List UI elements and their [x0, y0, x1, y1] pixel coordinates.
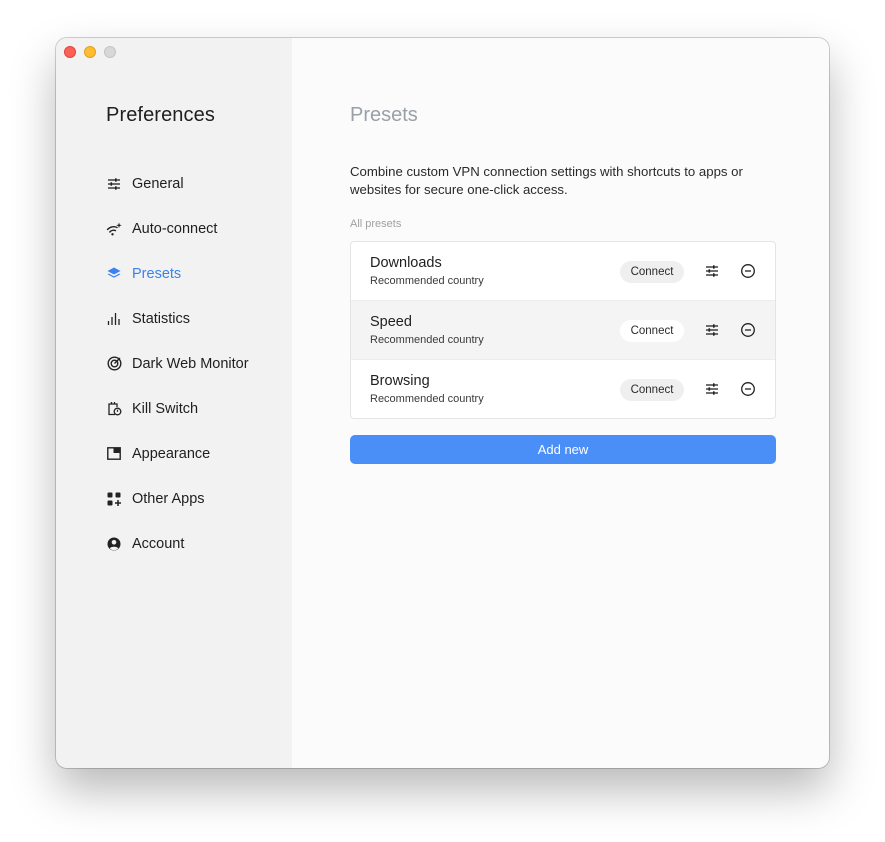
sidebar-item-account[interactable]: Account — [106, 521, 286, 566]
sidebar-item-label: Account — [132, 535, 185, 552]
sidebar-item-appearance[interactable]: Appearance — [106, 431, 286, 476]
sidebar-item-label: Kill Switch — [132, 400, 199, 417]
window-controls — [64, 46, 116, 58]
sidebar-item-label: Dark Web Monitor — [132, 355, 249, 372]
preset-text: Downloads Recommended country — [370, 254, 484, 287]
close-window-button[interactable] — [64, 46, 76, 58]
remove-icon[interactable] — [740, 381, 756, 397]
sidebar-item-kill-switch[interactable]: Kill Switch — [106, 386, 286, 431]
apps-grid-icon — [106, 491, 122, 507]
sliders-icon — [106, 176, 122, 192]
sidebar-item-label: Other Apps — [132, 490, 205, 507]
sliders-icon[interactable] — [704, 381, 720, 397]
preset-list: Downloads Recommended country Connect Sp… — [350, 241, 776, 419]
wifi-sparkle-icon — [106, 221, 122, 237]
sidebar-nav: General Auto-connect Presets Statistics … — [106, 161, 286, 566]
sidebar-title: Preferences — [106, 104, 215, 126]
section-label: All presets — [350, 218, 402, 230]
sidebar-item-label: Auto-connect — [132, 220, 218, 237]
sidebar-item-auto-connect[interactable]: Auto-connect — [106, 206, 286, 251]
preset-row-downloads[interactable]: Downloads Recommended country Connect — [351, 242, 775, 300]
connect-button[interactable]: Connect — [620, 261, 684, 283]
preset-row-browsing[interactable]: Browsing Recommended country Connect — [351, 359, 775, 418]
sidebar-item-other-apps[interactable]: Other Apps — [106, 476, 286, 521]
target-icon — [106, 356, 122, 372]
sidebar-item-statistics[interactable]: Statistics — [106, 296, 286, 341]
remove-icon[interactable] — [740, 263, 756, 279]
preset-row-speed[interactable]: Speed Recommended country Connect — [351, 300, 775, 359]
preset-text: Speed Recommended country — [370, 313, 484, 346]
page-description: Combine custom VPN connection settings w… — [350, 164, 743, 197]
sidebar-item-label: Appearance — [132, 445, 211, 462]
bar-chart-icon — [106, 311, 122, 327]
preset-text: Browsing Recommended country — [370, 372, 484, 405]
connect-button[interactable]: Connect — [620, 379, 684, 401]
sidebar: Preferences General Auto-connect Presets… — [56, 38, 292, 768]
preset-name: Speed — [370, 314, 412, 330]
zoom-window-button[interactable] — [104, 46, 116, 58]
add-new-button[interactable]: Add new — [350, 435, 776, 464]
connect-button[interactable]: Connect — [620, 320, 684, 342]
preset-subtitle: Recommended country — [370, 275, 484, 287]
sidebar-item-label: General — [132, 175, 184, 192]
main-content: Presets Combine custom VPN connection se… — [292, 38, 829, 768]
page-title: Presets — [350, 104, 418, 126]
window-icon — [106, 446, 122, 462]
preset-subtitle: Recommended country — [370, 334, 484, 346]
sliders-icon[interactable] — [704, 263, 720, 279]
kill-switch-icon — [106, 401, 122, 417]
preset-name: Downloads — [370, 255, 442, 271]
preset-subtitle: Recommended country — [370, 393, 484, 405]
remove-icon[interactable] — [740, 322, 756, 338]
sidebar-item-label: Statistics — [132, 310, 191, 327]
sidebar-item-label: Presets — [132, 265, 182, 282]
preset-name: Browsing — [370, 373, 430, 389]
layers-icon — [106, 266, 122, 282]
minimize-window-button[interactable] — [84, 46, 96, 58]
preferences-window: Preferences General Auto-connect Presets… — [56, 38, 829, 768]
user-circle-icon — [106, 536, 122, 552]
sidebar-item-general[interactable]: General — [106, 161, 286, 206]
sidebar-item-dark-web-monitor[interactable]: Dark Web Monitor — [106, 341, 286, 386]
sidebar-item-presets[interactable]: Presets — [106, 251, 286, 296]
sliders-icon[interactable] — [704, 322, 720, 338]
